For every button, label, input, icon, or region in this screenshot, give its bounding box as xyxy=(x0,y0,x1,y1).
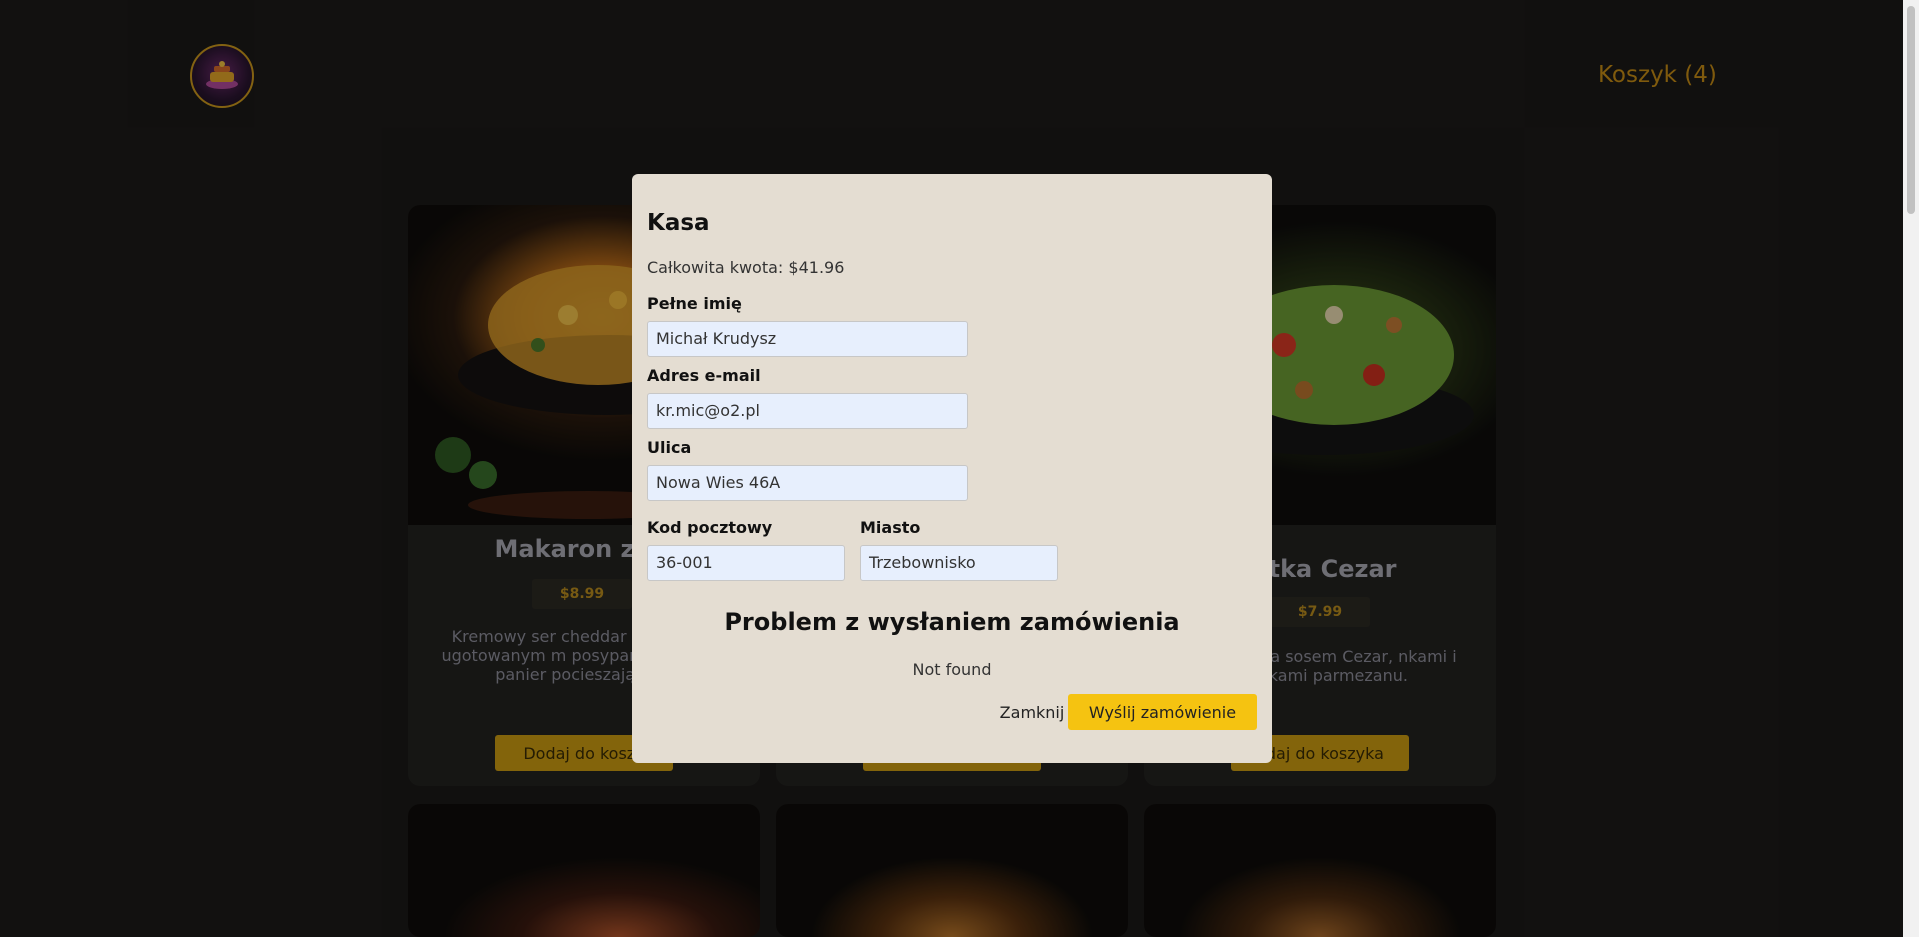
name-field[interactable]: Michał Krudysz xyxy=(647,321,968,357)
city-label: Miasto xyxy=(860,518,921,537)
city-field[interactable]: Trzebownisko xyxy=(860,545,1058,581)
submit-order-button[interactable]: Wyślij zamówienie xyxy=(1068,694,1257,730)
street-label: Ulica xyxy=(647,438,692,457)
error-title: Problem z wysłaniem zamówienia xyxy=(724,608,1180,636)
modal-title: Kasa xyxy=(647,210,710,236)
name-label: Pełne imię xyxy=(647,294,742,313)
checkout-modal: Kasa Całkowita kwota: $41.96 Pełne imię … xyxy=(632,174,1272,763)
scrollbar-thumb[interactable] xyxy=(1907,6,1915,214)
email-field[interactable]: kr.mic@o2.pl xyxy=(647,393,968,429)
zip-field[interactable]: 36-001 xyxy=(647,545,845,581)
order-total: Całkowita kwota: $41.96 xyxy=(647,258,845,277)
email-label: Adres e-mail xyxy=(647,366,761,385)
scrollbar[interactable] xyxy=(1903,0,1919,937)
error-message: Not found xyxy=(912,660,992,679)
close-button[interactable]: Zamknij xyxy=(987,694,1077,730)
zip-label: Kod pocztowy xyxy=(647,518,773,537)
street-field[interactable]: Nowa Wies 46A xyxy=(647,465,968,501)
